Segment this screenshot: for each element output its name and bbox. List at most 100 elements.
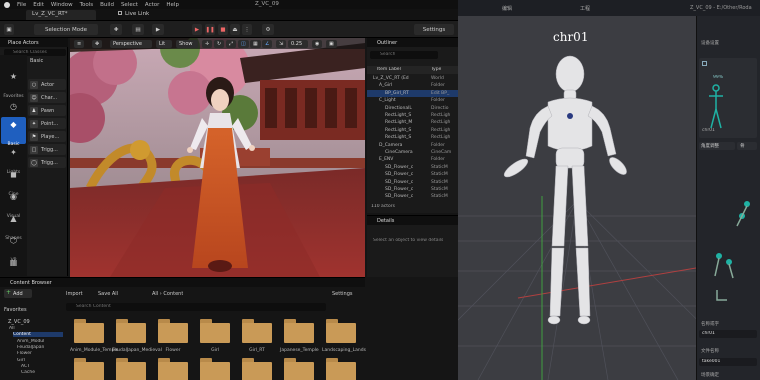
settings-button[interactable]: Settings xyxy=(414,24,454,35)
folder-tile-row2[interactable] xyxy=(284,358,314,380)
folder-tree-item[interactable]: Anim_Modul xyxy=(17,339,44,344)
angle-adjust-button[interactable]: 角度调整 xyxy=(699,142,735,150)
translate-icon[interactable]: ✛ xyxy=(202,39,213,48)
name-input[interactable]: chr01 xyxy=(699,330,757,338)
folder-tree-item[interactable]: Girl xyxy=(17,358,25,363)
outliner-row-type: Folder xyxy=(431,142,445,148)
folder-tile-row2[interactable] xyxy=(74,358,104,380)
blueprint-icon[interactable]: ▤ xyxy=(132,24,144,35)
place-actors-title: Place Actors xyxy=(8,40,39,46)
screen: File Edit Window Tools Build Select Acto… xyxy=(0,0,760,380)
file-input[interactable]: take001 xyxy=(699,358,757,366)
place-item-pawn[interactable]: ♟ Pawn xyxy=(28,105,66,116)
mocap-3d-view[interactable]: chr01 xyxy=(458,16,696,380)
folder-tree-item[interactable]: Content xyxy=(13,332,63,338)
level-viewport[interactable]: ≡ ✥ Perspective Lit Show ✛ ↻ ⤢ ◫ ▦ ∠ ⇲ 0… xyxy=(70,38,365,277)
play-icon[interactable]: ▶ xyxy=(192,24,202,35)
folder-tile[interactable]: Girl xyxy=(200,319,230,353)
folder-label: Japanese_Temple xyxy=(280,348,319,353)
cinematics-icon[interactable]: ▶ xyxy=(152,24,164,35)
scale-icon[interactable]: ⤢ xyxy=(226,39,237,48)
folder-tree-item[interactable]: Flower xyxy=(17,351,32,356)
unreal-logo-icon[interactable] xyxy=(4,1,10,8)
category-favorites[interactable]: ★ Favorites xyxy=(1,69,26,99)
save-icon[interactable]: ▣ xyxy=(4,24,14,35)
perspective-button[interactable]: Perspective xyxy=(110,39,152,48)
camera-speed-icon[interactable]: ◉ xyxy=(312,39,323,48)
outliner-search-placeholder: Search xyxy=(380,52,396,57)
menu-file[interactable]: File xyxy=(17,2,26,8)
place-item-trigger-box[interactable]: □ Trigg... xyxy=(28,144,66,155)
place-item-point-light[interactable]: ✦ Point... xyxy=(28,118,66,129)
mocap-tab-edit[interactable]: 编辑 xyxy=(502,5,512,12)
menu-edit[interactable]: Edit xyxy=(33,2,44,8)
tab-live-link[interactable]: Live Link xyxy=(112,10,162,20)
lit-button[interactable]: Lit xyxy=(156,39,172,48)
add-actor-icon[interactable]: ✚ xyxy=(110,24,122,35)
menu-actor[interactable]: Actor xyxy=(145,2,159,8)
menu-build[interactable]: Build xyxy=(100,2,114,8)
folder-tile-row2[interactable] xyxy=(158,358,188,380)
window-title: Z_VC_09 xyxy=(255,1,279,7)
folder-tree-item[interactable]: ACT xyxy=(21,364,30,369)
folder-tile[interactable]: FeudalJapan_Medieval xyxy=(112,319,162,353)
menu-help[interactable]: Help xyxy=(166,2,179,8)
outliner-row[interactable]: SD_Flower_c StaticM xyxy=(367,193,458,201)
folder-tree-item[interactable]: FeudalJapan xyxy=(17,345,44,350)
place-item-label: Trigg... xyxy=(41,146,58,153)
folder-tile-row2[interactable] xyxy=(326,358,356,380)
file-label: 文件名称 xyxy=(701,349,719,354)
folder-icon-body xyxy=(284,362,314,380)
folder-tile[interactable]: Landscaping_Lands xyxy=(322,319,366,353)
transform-icon[interactable]: ✥ xyxy=(92,39,103,48)
scale-snap-value[interactable]: 0.25 xyxy=(288,39,308,48)
scale-snap-icon[interactable]: ⇲ xyxy=(276,39,287,48)
selection-mode-button[interactable]: Selection Mode xyxy=(34,24,98,35)
menu-select[interactable]: Select xyxy=(121,2,138,8)
column-item-label[interactable]: Item Label xyxy=(377,67,401,72)
grid-snap-icon[interactable]: ▦ xyxy=(250,39,261,48)
viewport-menu-icon[interactable]: ≡ xyxy=(74,39,85,48)
bone-button[interactable]: 骨 xyxy=(737,142,757,150)
place-item-label: Pawn xyxy=(41,107,55,114)
rotation-snap-icon[interactable]: ∠ xyxy=(262,39,273,48)
stop-icon[interactable]: ■ xyxy=(218,24,228,35)
add-button[interactable]: Add + xyxy=(4,289,32,298)
folder-tile[interactable]: Japanese_Temple xyxy=(280,319,319,353)
place-item-actor[interactable]: ○ Actor xyxy=(28,79,66,90)
layout-icon[interactable]: ▣ xyxy=(326,39,337,48)
menu-window[interactable]: Window xyxy=(51,2,73,8)
outliner-row-type: Edit BP_ xyxy=(431,90,450,96)
folder-tile[interactable]: Anim_Module_Temple xyxy=(70,319,118,353)
tab-level[interactable]: Lv_Z_VC_RT* xyxy=(26,10,96,20)
outliner-search[interactable]: Search xyxy=(370,51,438,59)
eject-icon[interactable]: ⏏ xyxy=(230,24,240,35)
more-icon[interactable]: ⋮ xyxy=(242,24,252,35)
folder-icon-body xyxy=(242,362,272,380)
folder-tree-item[interactable]: All xyxy=(9,326,15,331)
surface-snap-icon[interactable]: ◫ xyxy=(238,39,249,48)
place-item-player-start[interactable]: ⚑ Playe... xyxy=(28,131,66,142)
project-section[interactable]: Z_VC_09 xyxy=(8,319,30,325)
checkbox-icon[interactable] xyxy=(702,61,707,66)
mocap-tab-project[interactable]: 工程 xyxy=(580,5,590,12)
box-icon: □ xyxy=(30,145,38,154)
pause-icon[interactable]: ❚❚ xyxy=(205,24,215,35)
outliner-tree: Lv_Z_VC_RT (Ed World A_Girl Folder BP_Girl_R… xyxy=(367,75,458,201)
show-button[interactable]: Show xyxy=(176,39,198,48)
place-item-character[interactable]: ☺ Char... xyxy=(28,92,66,103)
column-type[interactable]: Type xyxy=(431,67,441,72)
platforms-icon[interactable]: ⚙ xyxy=(262,24,274,35)
menu-tools[interactable]: Tools xyxy=(80,2,94,8)
rotate-icon[interactable]: ↻ xyxy=(214,39,225,48)
favorites-section[interactable]: Favorites xyxy=(4,307,27,313)
folder-tile-row2[interactable] xyxy=(200,358,230,380)
device-card[interactable]: 99% chr01 xyxy=(699,58,757,138)
folder-tile[interactable]: Flower xyxy=(158,319,188,353)
folder-tile-row2[interactable] xyxy=(116,358,146,380)
place-item-trigger-sphere[interactable]: ◯ Trigg... xyxy=(28,157,66,168)
folder-tree-item[interactable]: Cache xyxy=(21,370,35,375)
folder-tile-row2[interactable] xyxy=(242,358,272,380)
category-basic[interactable]: ◆ Basic xyxy=(1,117,26,147)
folder-tile[interactable]: Girl_RT xyxy=(242,319,272,353)
